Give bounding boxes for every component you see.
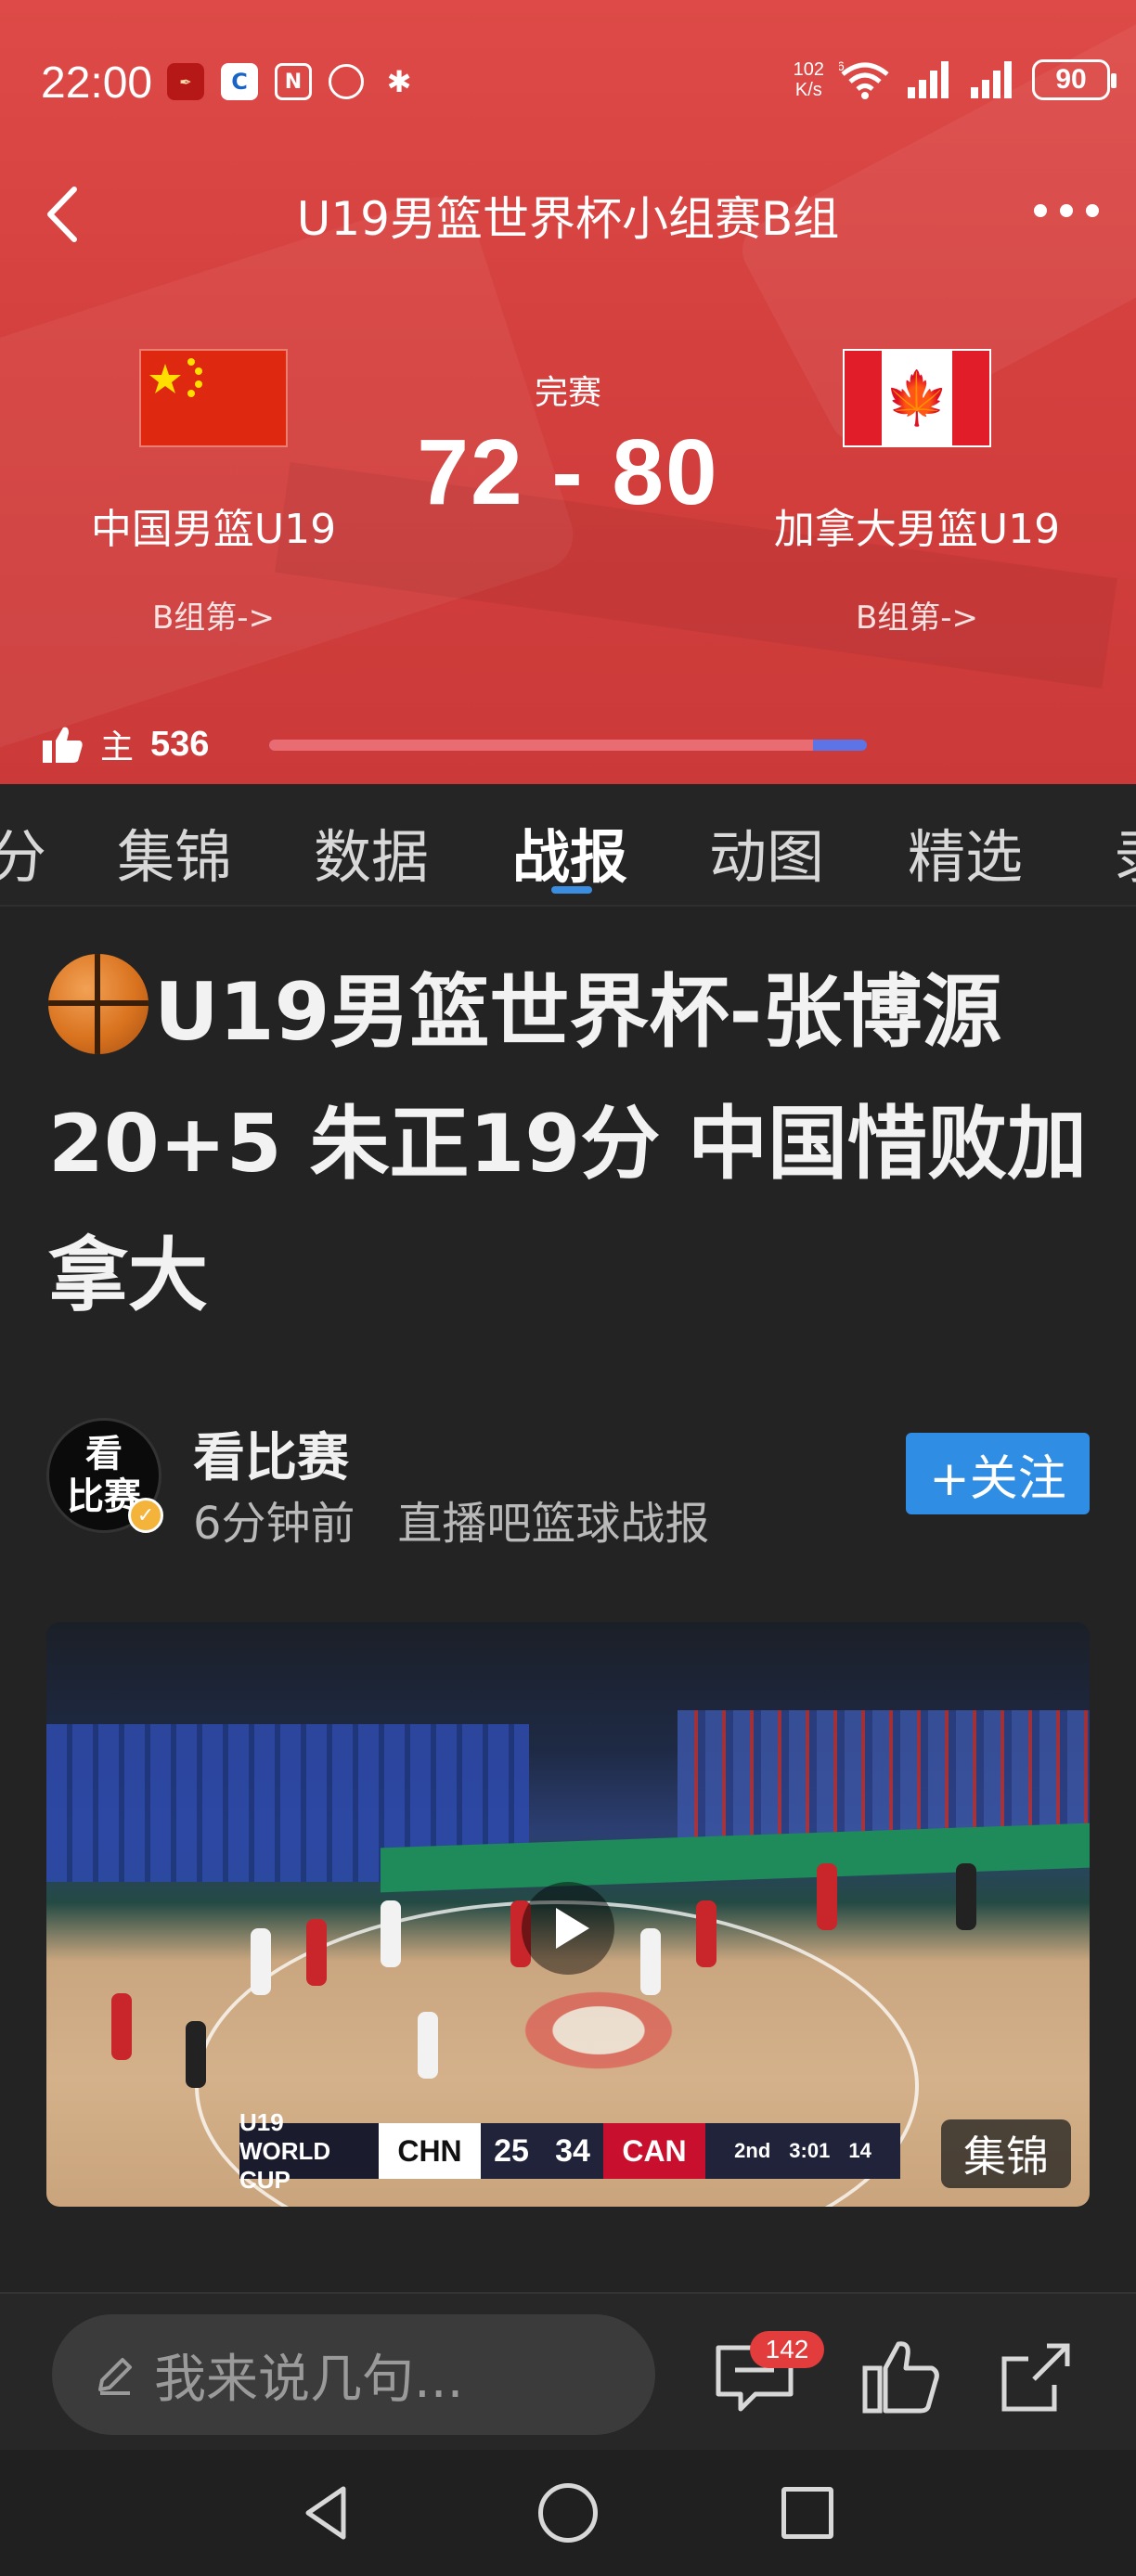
system-home-icon[interactable] [538,2483,598,2543]
bluetooth-icon: ✱ [386,64,412,99]
author-name[interactable]: 看比赛 [193,1416,349,1491]
player [306,1919,327,1986]
home-support-count: 536 [150,724,210,764]
status-time: 22:00 [41,58,153,108]
match-header: 22:00 ✒ C N ✱ 102 K/s 6 90 U19男篮世界杯小组赛B组… [0,0,1136,784]
away-team-group-link[interactable]: B组第-> [759,592,1075,638]
away-team-name: 加拿大男篮U19 [773,506,1061,553]
page-title: U19男篮世界杯小组赛B组 [296,192,840,246]
wifi-icon: 6 [839,59,889,99]
support-ratio-bar [269,740,867,751]
comment-input[interactable]: 我来说几句... [52,2314,655,2435]
player [111,1993,132,2060]
c-app-icon: C [221,63,258,100]
share-icon[interactable] [999,2340,1073,2415]
more-menu-icon[interactable] [1034,204,1099,217]
highlight-badge: 集锦 [941,2119,1071,2188]
thumbs-up-icon[interactable] [41,724,84,765]
bottom-action-bar: 我来说几句... 142 [0,2292,1136,2450]
news-app-icon: ✒ [167,63,204,100]
player [381,1900,401,1967]
author-row: 看 比赛 ✓ 看比赛 6分钟前 直播吧篮球战报 +关注 [46,1414,1090,1550]
svg-text:6: 6 [839,59,845,73]
signal-icon [971,61,1012,98]
video-scorebug: U19 WORLD CUP CHN 25 34 CAN 2nd 3:01 14 [239,2108,900,2194]
tab-bar: 分集锦数据战报动图精选 录 [0,784,1136,907]
player [640,1928,661,1995]
nfc-icon: N [275,63,312,100]
system-back-icon[interactable] [299,2483,355,2543]
tab-6[interactable]: 录 [1114,810,1136,894]
tab-4[interactable]: 动图 [709,810,824,894]
tab-3[interactable]: 战报 [512,810,627,894]
status-bar: 22:00 ✒ C N ✱ 102 K/s 6 90 [0,0,1136,167]
canada-flag: 🍁 [843,349,991,447]
publish-time: 6分钟前 [193,1498,355,1550]
tab-5[interactable]: 精选 [908,810,1023,894]
basketball-icon [48,954,148,1054]
referee [186,2021,206,2088]
play-icon[interactable] [522,1882,614,1975]
system-recents-icon[interactable] [781,2487,833,2539]
article-title: U19男篮世界杯-张博源20+5 朱正19分 中国惜败加拿大 [48,947,1097,1342]
player [817,1863,837,1930]
highlight-video[interactable]: U19 WORLD CUP CHN 25 34 CAN 2nd 3:01 14 … [46,1622,1090,2207]
away-team[interactable]: 🍁 加拿大男篮U19 B组第-> [759,349,1075,638]
system-nav-bar [0,2450,1136,2576]
article-source: 直播吧篮球战报 [397,1498,710,1550]
verified-icon: ✓ [128,1498,163,1533]
follow-button[interactable]: +关注 [906,1433,1090,1514]
battery-icon: 90 [1032,59,1117,100]
player [418,2012,438,2079]
like-icon[interactable] [861,2337,941,2416]
home-support-label: 主 [100,728,135,766]
home-support[interactable]: 主 536 [41,720,209,768]
home-team-group-link[interactable]: B组第-> [56,592,371,638]
signal-icon [908,61,949,98]
referee [956,1863,976,1930]
tab-2[interactable]: 数据 [314,810,429,894]
player [696,1900,716,1967]
pen-icon [98,2358,132,2395]
tab-1[interactable]: 集锦 [117,810,232,894]
alarm-icon [329,64,364,99]
player [251,1928,271,1995]
net-speed: 102 K/s [793,59,824,100]
home-support-fill [269,740,814,751]
comment-count-badge: 142 [750,2331,824,2368]
tab-0[interactable]: 分 [0,810,46,894]
active-tab-indicator [551,886,592,894]
author-meta: 6分钟前 直播吧篮球战报 [193,1487,709,1552]
